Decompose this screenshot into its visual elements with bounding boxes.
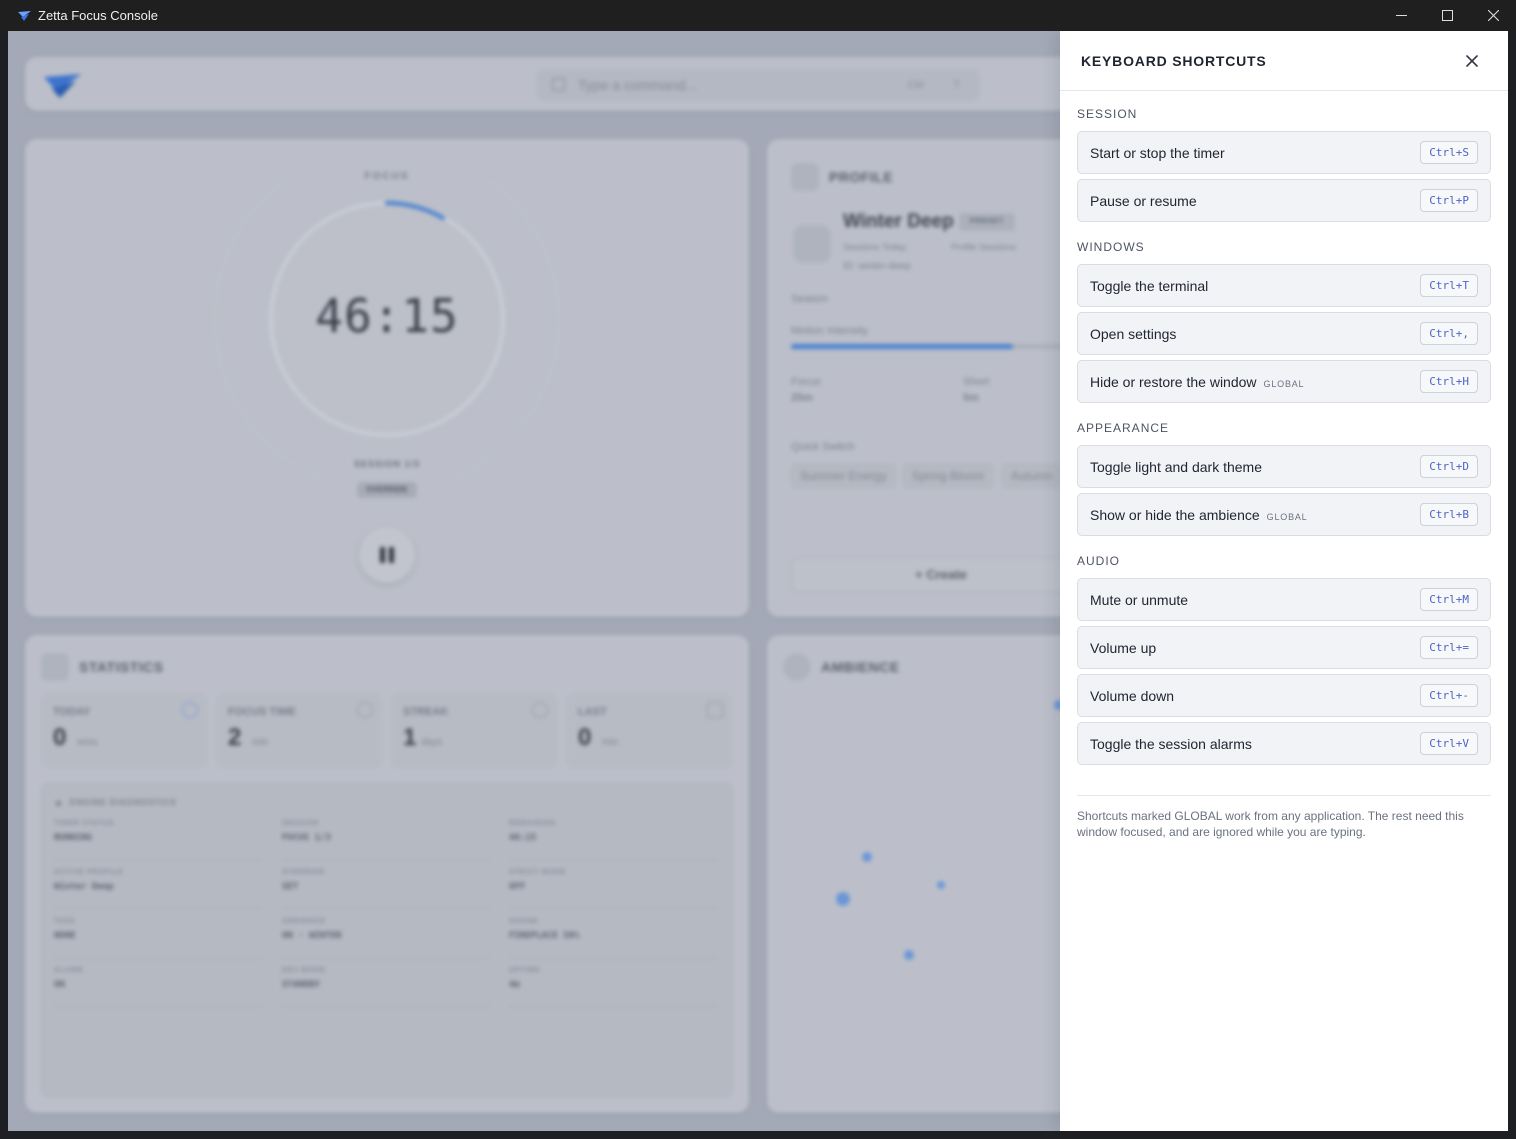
shortcut-group-appearance: APPEARANCE Toggle light and dark theme Ctr… <box>1077 421 1491 536</box>
shortcut-label: Volume down <box>1090 688 1174 704</box>
shortcut-label-text: Pause or resume <box>1090 193 1197 209</box>
shortcut-row[interactable]: Show or hide the ambience GLOBAL Ctrl+B <box>1077 493 1491 536</box>
global-badge: GLOBAL <box>1266 512 1308 522</box>
shortcut-key: Ctrl+S <box>1420 141 1478 164</box>
shortcut-group-title: APPEARANCE <box>1077 421 1170 435</box>
shortcut-label-text: Start or stop the timer <box>1090 145 1225 161</box>
shortcut-key: Ctrl+M <box>1420 588 1478 611</box>
shortcut-label-text: Open settings <box>1090 326 1177 342</box>
shortcut-row[interactable]: Volume up Ctrl+= <box>1077 626 1491 669</box>
shortcut-label: Open settings <box>1090 326 1176 342</box>
shortcut-key: Ctrl+T <box>1420 274 1478 297</box>
shortcut-key: Ctrl+, <box>1420 322 1478 345</box>
shortcut-label-text: Mute or unmute <box>1090 592 1189 608</box>
shortcut-label-text: Volume down <box>1090 688 1175 704</box>
shortcut-group-session: SESSION Start or stop the timer Ctrl+S Paus… <box>1077 107 1491 222</box>
shortcut-label: Show or hide the ambience GLOBAL <box>1090 507 1308 523</box>
shortcut-label-text: Toggle the session alarms <box>1090 736 1252 752</box>
shortcut-row[interactable]: Volume down Ctrl+- <box>1077 674 1491 717</box>
shortcut-label: Hide or restore the window GLOBAL <box>1090 374 1304 390</box>
shortcut-row[interactable]: Open settings Ctrl+, <box>1077 312 1491 355</box>
drawer-title: KEYBOARD SHORTCUTS <box>1081 53 1267 69</box>
close-icon <box>1466 55 1478 67</box>
shortcut-row[interactable]: Toggle the session alarms Ctrl+V <box>1077 722 1491 765</box>
shortcut-group-title: SESSION <box>1077 107 1138 121</box>
close-icon <box>1487 10 1499 21</box>
shortcut-label: Toggle light and dark theme <box>1090 459 1262 475</box>
shortcut-label: Toggle the terminal <box>1090 278 1208 294</box>
shortcut-group-title: AUDIO <box>1077 554 1121 568</box>
maximize-icon <box>1441 10 1453 21</box>
shortcut-label: Volume up <box>1090 640 1156 656</box>
shortcut-label: Toggle the session alarms <box>1090 736 1252 752</box>
shortcut-row[interactable]: Toggle light and dark theme Ctrl+D <box>1077 445 1491 488</box>
shortcut-row[interactable]: Start or stop the timer Ctrl+S <box>1077 131 1491 174</box>
window-title: Zetta Focus Console <box>38 8 158 23</box>
shortcut-label-text: Show or hide the ambience <box>1090 507 1260 523</box>
footer-note: Shortcuts marked GLOBAL work from any ap… <box>1077 809 1464 839</box>
shortcut-label-text: Hide or restore the window <box>1090 374 1257 390</box>
shortcut-key: Ctrl+D <box>1420 455 1478 478</box>
shortcut-key: Ctrl+P <box>1420 189 1478 212</box>
footer-divider <box>1077 795 1491 796</box>
drawer-header: KEYBOARD SHORTCUTS <box>1060 31 1508 91</box>
close-window-button[interactable] <box>1470 0 1516 31</box>
shortcut-label: Start or stop the timer <box>1090 145 1225 161</box>
app-window: Type a command... Ctrl T FOCUS 46:15 SES… <box>8 31 1508 1131</box>
shortcut-row[interactable]: Hide or restore the window GLOBAL Ctrl+H <box>1077 360 1491 403</box>
title-bar: Zetta Focus Console <box>0 0 1516 31</box>
shortcut-key: Ctrl+= <box>1420 636 1478 659</box>
minimize-button[interactable] <box>1378 0 1424 31</box>
shortcut-label: Mute or unmute <box>1090 592 1188 608</box>
shortcut-label-text: Toggle the terminal <box>1090 278 1209 294</box>
shortcut-row[interactable]: Pause or resume Ctrl+P <box>1077 179 1491 222</box>
global-badge: GLOBAL <box>1263 379 1305 389</box>
shortcut-row[interactable]: Toggle the terminal Ctrl+T <box>1077 264 1491 307</box>
keyboard-shortcuts-drawer: KEYBOARD SHORTCUTS SESSION Start or stop … <box>1060 31 1508 1131</box>
shortcut-key: Ctrl+- <box>1420 684 1478 707</box>
shortcut-row[interactable]: Mute or unmute Ctrl+M <box>1077 578 1491 621</box>
shortcut-key: Ctrl+H <box>1420 370 1478 393</box>
shortcut-label: Pause or resume <box>1090 193 1197 209</box>
shortcut-label-text: Volume up <box>1090 640 1157 656</box>
drawer-close-button[interactable] <box>1462 51 1482 71</box>
shortcut-key: Ctrl+B <box>1420 503 1478 526</box>
minimize-icon <box>1395 15 1407 16</box>
maximize-button[interactable] <box>1424 0 1470 31</box>
shortcut-group-windows: WINDOWS Toggle the terminal Ctrl+T Open set… <box>1077 240 1491 403</box>
shortcut-group-title: WINDOWS <box>1077 240 1145 254</box>
shortcut-group-audio: AUDIO Mute or unmute Ctrl+M Volume up Ctrl+=… <box>1077 554 1491 765</box>
shortcut-groups: SESSION Start or stop the timer Ctrl+S Paus… <box>1077 107 1491 783</box>
shortcut-label-text: Toggle light and dark theme <box>1090 459 1262 475</box>
shortcut-key: Ctrl+V <box>1420 732 1478 755</box>
app-logo-icon <box>18 10 31 21</box>
